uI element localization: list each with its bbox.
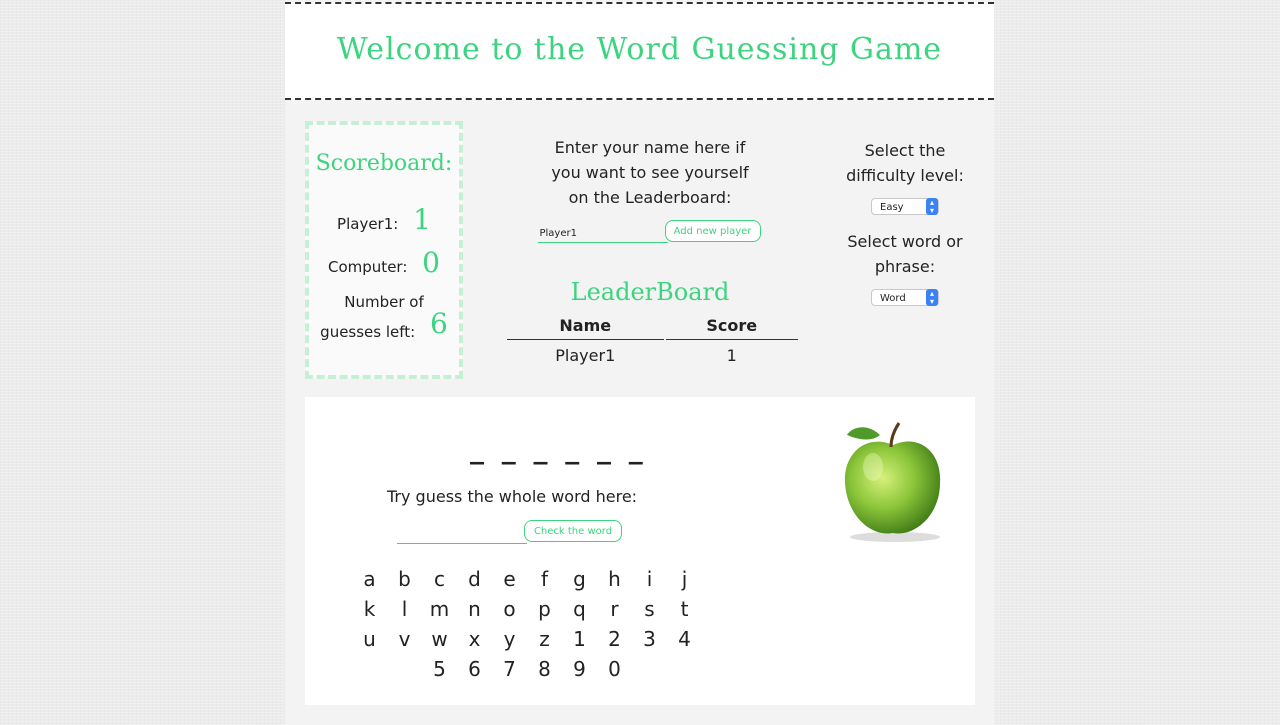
leaderboard-cell-name: Player1 (555, 346, 616, 365)
letter-key[interactable]: l (387, 597, 422, 627)
letter-key[interactable]: z (527, 627, 562, 657)
game-area: _ _ _ _ _ _ Try guess the whole word her… (305, 397, 975, 705)
letter-key[interactable]: k (352, 597, 387, 627)
leaderboard-cell-score: 1 (726, 346, 737, 365)
select-arrows-icon: ▴ ▾ (926, 198, 938, 215)
add-player-button[interactable]: Add new player (664, 220, 761, 242)
word-blanks: _ _ _ _ _ _ (470, 432, 647, 465)
difficulty-label-2: difficulty level: (846, 166, 964, 185)
letter-key[interactable]: h (597, 567, 632, 597)
player-name-input[interactable] (537, 224, 668, 243)
settings-panel: Select the difficulty level: Easy ▴ ▾ Sel… (830, 138, 980, 320)
letter-key[interactable]: q (562, 597, 597, 627)
letter-key[interactable]: 6 (457, 657, 492, 687)
letter-key[interactable]: x (457, 627, 492, 657)
guesses-left-row: Number of guesses left: 6 (309, 289, 459, 345)
difficulty-label-1: Select the (864, 141, 946, 160)
player-score: 1 (413, 203, 431, 236)
player-score-row: Player1: 1 (309, 203, 459, 236)
letter-key[interactable]: 2 (597, 627, 632, 657)
letter-key[interactable]: y (492, 627, 527, 657)
header-banner: Welcome to the Word Guessing Game (285, 2, 994, 100)
letter-key[interactable]: j (667, 567, 702, 597)
letter-key[interactable]: f (527, 567, 562, 597)
check-word-button[interactable]: Check the word (524, 520, 622, 542)
add-player-form: Add new player (537, 220, 763, 244)
guesses-left: 6 (430, 307, 448, 340)
computer-label: Computer: (328, 258, 408, 276)
letter-key[interactable]: r (597, 597, 632, 627)
guess-word-label: Try guess the whole word here: (387, 487, 638, 506)
difficulty-selected: Easy (880, 202, 904, 213)
letter-keyboard: a b c d e f g h i j k l m n o p q r s t … (352, 567, 712, 687)
name-prompt-line: you want to see yourself (551, 163, 749, 182)
table-row: Player1 1 (507, 340, 798, 371)
letter-key[interactable]: g (562, 567, 597, 597)
letter-key[interactable]: s (632, 597, 667, 627)
guesses-label-2: guesses left: (320, 323, 416, 341)
select-arrows-icon: ▴ ▾ (926, 289, 938, 306)
leaderboard-title: LeaderBoard (570, 278, 730, 306)
letter-key[interactable]: 7 (492, 657, 527, 687)
mode-selected: Word (880, 293, 906, 304)
mode-select[interactable]: Word ▴ ▾ (871, 289, 939, 306)
letter-key[interactable]: v (387, 627, 422, 657)
name-prompt: Enter your name here if you want to see … (505, 135, 795, 210)
letter-key[interactable]: a (352, 567, 387, 597)
player-label: Player1: (337, 215, 399, 233)
scoreboard-title: Scoreboard: (315, 151, 453, 176)
letter-key[interactable]: b (387, 567, 422, 597)
page-title: Welcome to the Word Guessing Game (336, 32, 943, 67)
letter-key[interactable]: 8 (527, 657, 562, 687)
letter-key[interactable]: n (457, 597, 492, 627)
letter-row: a b c d e f g h i j (352, 567, 712, 597)
letter-key[interactable]: 0 (597, 657, 632, 687)
letter-row: k l m n o p q r s t (352, 597, 712, 627)
computer-score-row: Computer: 0 (309, 246, 459, 279)
letter-key[interactable]: d (457, 567, 492, 597)
letter-key[interactable]: t (667, 597, 702, 627)
guess-word-form: Check the word (397, 520, 627, 544)
letter-row: 5 6 7 8 9 0 (352, 657, 712, 687)
name-prompt-line: on the Leaderboard: (568, 188, 732, 207)
letter-key[interactable]: 1 (562, 627, 597, 657)
leaderboard-panel: Enter your name here if you want to see … (505, 135, 798, 371)
letter-key-empty (352, 657, 387, 687)
letter-key[interactable]: i (632, 567, 667, 597)
letter-key[interactable]: o (492, 597, 527, 627)
letter-key[interactable]: m (422, 597, 457, 627)
computer-score: 0 (422, 246, 440, 279)
name-prompt-line: Enter your name here if (554, 138, 746, 157)
leaderboard-table: Name Score Player1 1 (505, 312, 800, 371)
difficulty-select[interactable]: Easy ▴ ▾ (871, 198, 939, 215)
letter-key-empty (387, 657, 422, 687)
letter-key[interactable]: 3 (632, 627, 667, 657)
green-apple-icon (844, 422, 941, 542)
mode-label-1: Select word or (847, 232, 963, 251)
mode-label-2: phrase: (874, 257, 936, 276)
leaderboard-header-score: Score (665, 312, 798, 340)
letter-key[interactable]: c (422, 567, 457, 597)
leaderboard-header-name: Name (507, 312, 664, 340)
letter-key[interactable]: p (527, 597, 562, 627)
letter-key[interactable]: e (492, 567, 527, 597)
page: Welcome to the Word Guessing Game Scoreb… (285, 0, 994, 725)
letter-key[interactable]: 5 (422, 657, 457, 687)
scoreboard: Scoreboard: Player1: 1 Computer: 0 Numbe… (305, 121, 463, 379)
letter-key[interactable]: u (352, 627, 387, 657)
letter-row: u v w x y z 1 2 3 4 (352, 627, 712, 657)
letter-key[interactable]: w (422, 627, 457, 657)
letter-key[interactable]: 4 (667, 627, 702, 657)
guess-word-input[interactable] (397, 523, 527, 544)
letter-key[interactable]: 9 (562, 657, 597, 687)
